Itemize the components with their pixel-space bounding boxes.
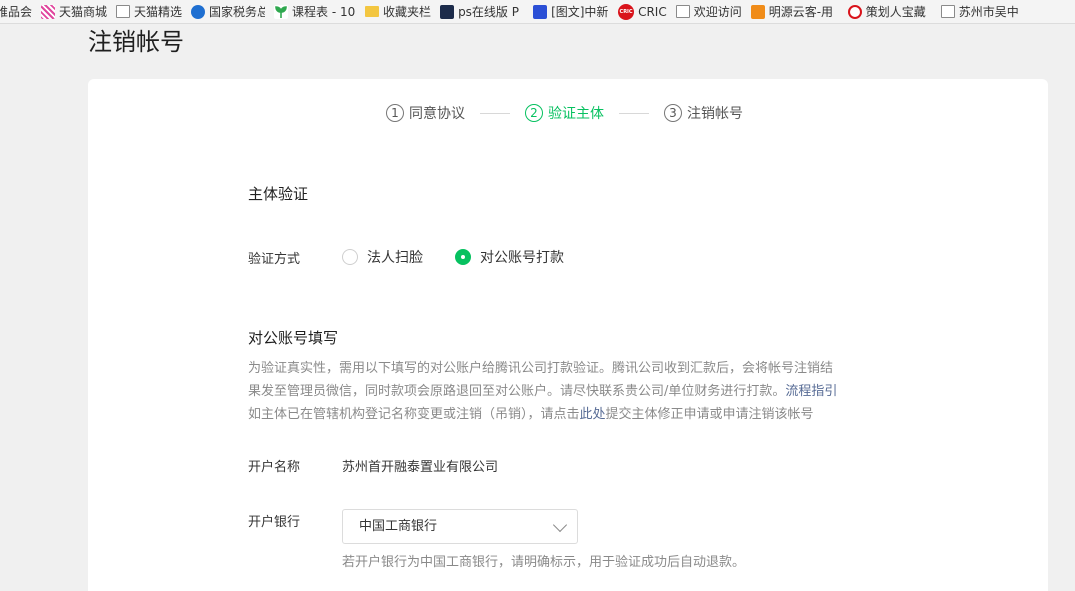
bookmark-schedule[interactable]: 课程表 - 10	[270, 0, 361, 23]
main-card: 1 同意协议 2 验证主体 3 注销帐号 主体验证 验证方式 法人扫脸 对公账号…	[88, 79, 1048, 591]
bookmark-label: 唯品会	[0, 5, 33, 19]
bookmark-label: 苏州市吴中	[958, 5, 1019, 19]
bookmark-label: 明源云客-用	[768, 5, 834, 19]
paw-icon	[533, 4, 548, 19]
bookmark-label: 收藏夹栏	[383, 5, 432, 19]
bookmark-cric[interactable]: CRIC CRIC	[614, 0, 672, 23]
radio-face-scan[interactable]: 法人扫脸	[342, 247, 423, 267]
subject-verify-title: 主体验证	[248, 185, 309, 203]
radio-circle[interactable]	[455, 249, 471, 265]
desc-line: 如主体已在管辖机构登记名称变更或注销（吊销），请点击此处提交主体修正申请或申请注…	[248, 403, 898, 426]
bookmark-ps[interactable]: ps在线版 P	[436, 0, 529, 23]
desc-text: 如主体已在管辖机构登记名称变更或注销（吊销），请点击	[248, 407, 580, 422]
sprout-icon	[274, 4, 289, 19]
cloud-icon	[750, 4, 765, 19]
chevron-down-icon	[552, 517, 568, 533]
bookmark-label: ps在线版 P	[458, 5, 519, 19]
page-icon	[675, 5, 690, 18]
desc-line: 为验证真实性，需用以下填写的对公账户给腾讯公司打款验证。腾讯公司收到汇款后，会将…	[248, 361, 834, 376]
bank-hint: 若开户银行为中国工商银行，请明确标示，用于验证成功后自动退款。	[342, 555, 746, 570]
radio-bank-transfer[interactable]: 对公账号打款	[455, 247, 564, 267]
bank-selected-value: 中国工商银行	[359, 519, 438, 534]
ps-icon	[440, 4, 455, 19]
bookmarks-bar: 唯品会 天猫商城 天猫精选 国家税务总 课程表 - 10 收藏夹栏 ps在线版 …	[0, 0, 1075, 24]
bookmark-welcome[interactable]: 欢迎访问	[672, 0, 747, 23]
desc-line: 果发至管理员微信，同时款项会原路退回至对公账户。请尽快联系贵公司/单位财务进行打…	[248, 380, 898, 403]
bookmark-wuzhong[interactable]: 苏州市吴中	[937, 0, 1030, 23]
bookmark-label: 策划人宝藏	[865, 5, 926, 19]
account-description: 为验证真实性，需用以下填写的对公账户给腾讯公司打款验证。腾讯公司收到汇款后，会将…	[248, 357, 898, 426]
desc-text: 果发至管理员微信，同时款项会原路退回至对公账户。请尽快联系贵公司/单位财务进行打…	[248, 384, 786, 399]
step-agree: 1 同意协议	[386, 103, 465, 123]
bookmark-label: [图文]中新	[551, 5, 609, 19]
bookmark-mingyuan[interactable]: 明源云客-用	[747, 0, 844, 23]
cric-icon: CRIC	[618, 3, 635, 20]
tax-icon	[191, 4, 206, 19]
page-icon	[940, 5, 955, 18]
step-divider	[480, 112, 510, 114]
here-link[interactable]: 此处	[580, 407, 606, 422]
folder-icon	[365, 6, 380, 17]
bank-select[interactable]: 中国工商银行	[342, 509, 578, 544]
page-title: 注销帐号	[88, 28, 184, 56]
radio-circle[interactable]	[342, 249, 358, 265]
bank-label: 开户银行	[248, 515, 301, 530]
bookmark-label: CRIC	[638, 4, 667, 19]
step-indicator: 1 同意协议 2 验证主体 3 注销帐号	[386, 103, 743, 123]
step-label: 注销帐号	[687, 106, 743, 122]
verify-method-label: 验证方式	[248, 252, 301, 267]
tmall-icon	[41, 4, 56, 19]
account-fill-title: 对公账号填写	[248, 329, 339, 347]
step-label: 同意协议	[409, 106, 465, 122]
bookmark-tmall[interactable]: 天猫商城	[37, 0, 112, 23]
bookmark-label: 天猫精选	[134, 5, 183, 19]
percent-icon	[847, 4, 862, 19]
desc-text: 提交主体修正申请或申请注销该帐号	[605, 407, 814, 422]
bookmark-planner[interactable]: 策划人宝藏	[844, 0, 937, 23]
bookmark-label: 欢迎访问	[693, 5, 742, 19]
step-label: 验证主体	[548, 106, 604, 122]
page-icon	[116, 5, 131, 18]
bookmark-tax[interactable]: 国家税务总	[187, 0, 270, 23]
verify-method-radio-group: 法人扫脸 对公账号打款	[342, 247, 596, 267]
step-divider	[619, 112, 649, 114]
bookmark-label: 国家税务总	[209, 5, 266, 19]
bookmark-label: 课程表 - 10	[292, 5, 356, 19]
bookmark-tmall-select[interactable]: 天猫精选	[112, 0, 187, 23]
process-guide-link[interactable]: 流程指引	[785, 384, 837, 399]
radio-label: 对公账号打款	[480, 250, 564, 266]
bookmark-folder[interactable]: 收藏夹栏	[361, 0, 436, 23]
step-cancel: 3 注销帐号	[664, 103, 743, 123]
step-verify: 2 验证主体	[525, 103, 604, 123]
account-name-label: 开户名称	[248, 460, 301, 475]
step-number: 2	[525, 104, 543, 122]
step-number: 3	[664, 104, 682, 122]
bookmark-label: 天猫商城	[59, 5, 108, 19]
bookmark-vip[interactable]: 唯品会	[0, 0, 37, 23]
radio-label: 法人扫脸	[367, 250, 423, 266]
bookmark-news[interactable]: [图文]中新	[529, 0, 614, 23]
account-name-value: 苏州首开融泰置业有限公司	[342, 460, 499, 475]
step-number: 1	[386, 104, 404, 122]
